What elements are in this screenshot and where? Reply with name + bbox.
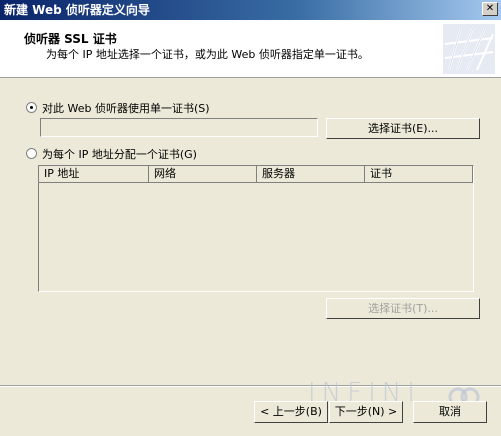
page-title: 侦听器 SSL 证书	[24, 32, 117, 46]
close-button[interactable]: ✕	[482, 2, 498, 16]
page-subtitle: 为每个 IP 地址选择一个证书，或为此 Web 侦听器指定单一证书。	[46, 48, 369, 61]
close-icon: ✕	[485, 3, 495, 14]
single-certificate-radio[interactable]	[26, 102, 37, 113]
cancel-button[interactable]: 取消	[413, 401, 487, 423]
select-certificate-button-label: 选择证书(E)...	[367, 122, 439, 135]
wizard-graphic-icon	[443, 24, 495, 74]
select-ip-certificate-button[interactable]: 选择证书(T)...	[326, 298, 480, 319]
footer-separator	[0, 385, 501, 387]
window-title: 新建 Web 侦听器定义向导	[4, 3, 150, 17]
ip-certificate-list[interactable]: IP 地址 网络 服务器 证书	[38, 165, 474, 292]
column-header-certificate[interactable]: 证书	[365, 166, 473, 183]
next-button-label: 下一步(N) >	[334, 405, 398, 418]
column-header-ip[interactable]: IP 地址	[39, 166, 149, 183]
title-bar: 新建 Web 侦听器定义向导 ✕	[0, 0, 501, 20]
select-ip-certificate-button-label: 选择证书(T)...	[368, 302, 438, 315]
per-ip-certificate-radio[interactable]	[26, 148, 37, 159]
wizard-header: 侦听器 SSL 证书 为每个 IP 地址选择一个证书，或为此 Web 侦听器指定…	[0, 20, 501, 78]
certificate-field	[40, 118, 318, 137]
column-header-network[interactable]: 网络	[149, 166, 257, 183]
single-certificate-label[interactable]: 对此 Web 侦听器使用单一证书(S)	[42, 100, 210, 116]
back-button-label: < 上一步(B)	[260, 405, 322, 418]
back-button[interactable]: < 上一步(B)	[254, 401, 328, 423]
column-header-server[interactable]: 服务器	[257, 166, 365, 183]
cancel-button-label: 取消	[439, 405, 461, 418]
select-certificate-button[interactable]: 选择证书(E)...	[326, 118, 480, 139]
per-ip-certificate-label[interactable]: 为每个 IP 地址分配一个证书(G)	[42, 146, 197, 162]
next-button[interactable]: 下一步(N) >	[329, 401, 403, 423]
list-header: IP 地址 网络 服务器 证书	[39, 166, 473, 183]
